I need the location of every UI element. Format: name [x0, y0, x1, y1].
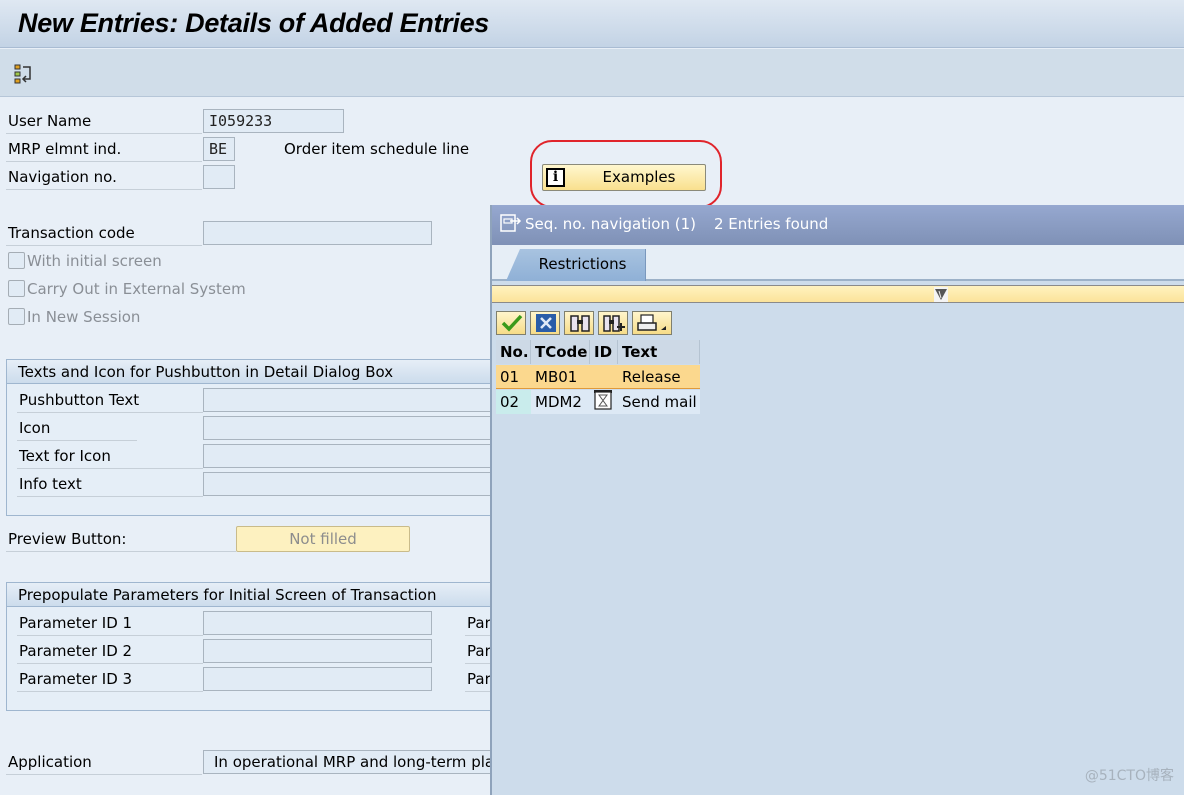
- cancel-button[interactable]: [530, 311, 560, 335]
- pushbutton-text-field[interactable]: [203, 388, 503, 412]
- mail-icon: [592, 388, 616, 414]
- checkbox-label: In New Session: [27, 308, 141, 326]
- value-help-popup: Seq. no. navigation (1) 2 Entries found R…: [490, 205, 1184, 795]
- row-no[interactable]: 02: [496, 390, 531, 414]
- find-icon: [570, 315, 590, 332]
- column-header-tcode[interactable]: TCode: [531, 340, 590, 364]
- info-text-label: Info text: [17, 471, 203, 497]
- transaction-code-field[interactable]: [203, 221, 432, 245]
- preview-button-label: Preview Button:: [6, 526, 236, 552]
- icon-label: Icon: [17, 415, 137, 441]
- popup-tabstrip: Restrictions: [492, 245, 1184, 281]
- parameter-id-1-field[interactable]: [203, 611, 432, 635]
- group-title: Texts and Icon for Pushbutton in Detail …: [7, 360, 505, 384]
- cancel-icon: [536, 314, 556, 332]
- watermark: @51CTO博客: [1084, 768, 1174, 784]
- examples-button-label: Examples: [602, 168, 676, 186]
- row-no[interactable]: 01: [496, 365, 531, 389]
- checkbox-box[interactable]: [8, 280, 25, 297]
- row-tcode[interactable]: MDM2: [531, 390, 590, 414]
- row-text[interactable]: Send mail: [618, 390, 700, 414]
- find-next-button[interactable]: [598, 311, 628, 335]
- hierarchy-navigation-icon[interactable]: [14, 63, 36, 85]
- print-icon: [637, 314, 666, 331]
- popup-title-bar[interactable]: Seq. no. navigation (1) 2 Entries found: [492, 205, 1184, 245]
- text-for-icon-label: Text for Icon: [17, 443, 203, 469]
- examples-button[interactable]: i Examples: [542, 164, 706, 191]
- mrp-element-ind-field[interactable]: BE: [203, 137, 235, 161]
- navigation-no-field[interactable]: [203, 165, 235, 189]
- expand-triangle-icon[interactable]: [934, 287, 948, 302]
- checkbox-box[interactable]: [8, 252, 25, 269]
- mrp-element-ind-label: MRP elmnt ind.: [6, 136, 202, 162]
- checkmark-icon: [501, 314, 523, 332]
- checkbox-label: Carry Out in External System: [27, 280, 246, 298]
- user-name-field[interactable]: I059233: [203, 109, 344, 133]
- carry-out-external-checkbox[interactable]: Carry Out in External System: [8, 278, 246, 300]
- popup-title: Seq. no. navigation (1): [525, 215, 696, 233]
- parameter-id-3-label: Parameter ID 3: [17, 666, 203, 692]
- find-next-icon: [603, 315, 625, 332]
- application-toolbar: [0, 49, 1184, 97]
- parameter-id-2-field[interactable]: [203, 639, 432, 663]
- navigation-no-label: Navigation no.: [6, 164, 202, 190]
- page-title: New Entries: Details of Added Entries: [18, 8, 489, 38]
- find-button[interactable]: [564, 311, 594, 335]
- preview-button: Not filled: [236, 526, 410, 552]
- user-name-label: User Name: [6, 108, 202, 134]
- checkbox-label: With initial screen: [27, 252, 162, 270]
- entries-found: 2 Entries found: [713, 215, 829, 233]
- transaction-code-label: Transaction code: [6, 220, 202, 246]
- parameter-id-3-field[interactable]: [203, 667, 432, 691]
- in-new-session-checkbox[interactable]: In New Session: [8, 306, 140, 328]
- parameter-id-2-label: Parameter ID 2: [17, 638, 203, 664]
- checkbox-box[interactable]: [8, 308, 25, 325]
- tab-restrictions[interactable]: Restrictions: [506, 249, 646, 281]
- print-button[interactable]: [632, 311, 672, 335]
- mrp-element-description: Order item schedule line: [284, 140, 470, 158]
- icon-field[interactable]: [203, 416, 503, 440]
- parameter-id-1-label: Parameter ID 1: [17, 610, 203, 636]
- column-header-id[interactable]: ID: [590, 340, 618, 364]
- group-title: Prepopulate Parameters for Initial Scree…: [7, 583, 505, 607]
- application-field[interactable]: In operational MRP and long-term pla: [203, 750, 503, 774]
- column-header-no[interactable]: No.: [496, 340, 531, 364]
- restrictions-collapse-bar[interactable]: [492, 285, 1184, 303]
- title-bar: New Entries: Details of Added Entries: [0, 0, 1184, 48]
- with-initial-screen-checkbox[interactable]: With initial screen: [8, 250, 162, 272]
- row-text[interactable]: Release: [618, 365, 700, 389]
- confirm-button[interactable]: [496, 311, 526, 335]
- application-label: Application: [6, 749, 202, 775]
- pushbutton-text-label: Pushbutton Text: [17, 387, 203, 413]
- row-tcode[interactable]: MB01: [531, 365, 590, 389]
- popup-window-icon: [500, 208, 522, 232]
- column-header-text[interactable]: Text: [618, 340, 700, 364]
- info-text-field[interactable]: [203, 472, 503, 496]
- text-for-icon-field[interactable]: [203, 444, 503, 468]
